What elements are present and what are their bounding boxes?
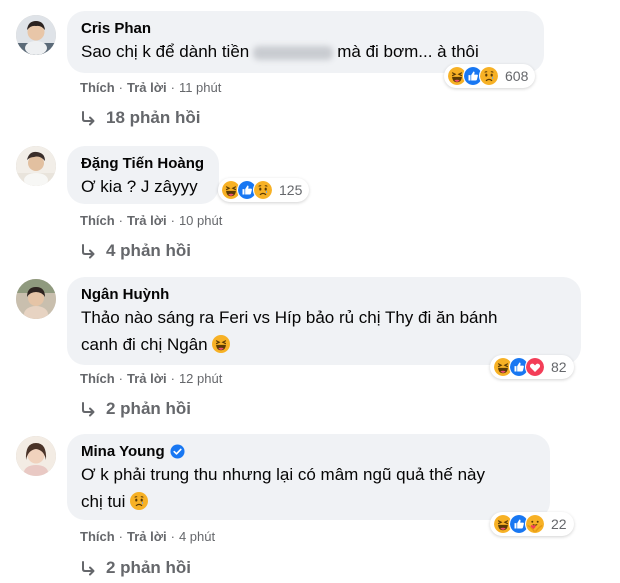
comment-timestamp[interactable]: 4 phút <box>179 529 215 544</box>
comment-text-part: canh đi chị Ngân <box>81 335 208 354</box>
separator-dot: · <box>170 213 175 228</box>
view-replies-link[interactable]: 2 phản hồi <box>80 399 191 419</box>
reply-arrow-icon <box>80 560 96 576</box>
reaction-summary[interactable]: 608 <box>444 64 536 88</box>
comment-text: Ơ kia ? J zâyyy <box>81 177 198 196</box>
reply-arrow-icon <box>80 110 96 126</box>
comment-actions: Thích · Trả lời · 12 phút <box>80 371 222 386</box>
comment-bubble: Mina Young Ơ k phải trung thu nhưng lại … <box>67 434 550 520</box>
comment-text-line: chị tui <box>81 488 536 515</box>
reaction-summary[interactable]: 82 <box>490 355 574 379</box>
reply-button[interactable]: Trả lời <box>127 371 167 386</box>
reply-button[interactable]: Trả lời <box>127 213 167 228</box>
comment-text: Ơ k phải trung thu nhưng lại có mâm ngũ … <box>81 461 536 515</box>
sad-reaction-icon <box>253 180 273 200</box>
avatar[interactable] <box>16 146 56 186</box>
comment-timestamp[interactable]: 10 phút <box>179 213 222 228</box>
avatar[interactable] <box>16 279 56 319</box>
comment-actions: Thích · Trả lời · 4 phút <box>80 529 215 544</box>
comment-text: Thảo nào sáng ra Feri vs Híp bảo rủ chị … <box>81 304 567 358</box>
avatar[interactable] <box>16 15 56 55</box>
like-button[interactable]: Thích <box>80 529 115 544</box>
like-button[interactable]: Thích <box>80 371 115 386</box>
separator-dot: · <box>170 80 175 95</box>
view-replies-link[interactable]: 4 phản hồi <box>80 241 191 261</box>
author-name[interactable]: Đặng Tiến Hoàng <box>81 154 204 173</box>
comment-text: Sao chị k để dành tiền mà đi bơm... à thô… <box>81 38 530 65</box>
replies-count-label: 4 phản hồi <box>106 241 191 260</box>
comment-text-part: mà đi bơm... à thôi <box>337 42 479 61</box>
separator-dot: · <box>118 213 124 228</box>
comment-bubble: Đặng Tiến Hoàng Ơ kia ? J zâyyy <box>67 146 219 204</box>
author-name[interactable]: Cris Phan <box>81 19 151 38</box>
comment-actions: Thích · Trả lời · 11 phút <box>80 80 221 95</box>
comment-timestamp[interactable]: 11 phút <box>179 80 221 95</box>
separator-dot: · <box>118 529 124 544</box>
comment-text-part: chị tui <box>81 492 126 511</box>
reply-arrow-icon <box>80 401 96 417</box>
reaction-summary[interactable]: 125 <box>218 178 310 202</box>
view-replies-link[interactable]: 2 phản hồi <box>80 558 191 578</box>
separator-dot: · <box>170 529 175 544</box>
sad-reaction-icon <box>479 66 499 86</box>
love-reaction-icon <box>525 357 545 377</box>
author-name-wrap: Mina Young <box>81 442 185 461</box>
comment-timestamp[interactable]: 12 phút <box>179 371 222 386</box>
comment-text-part: Sao chị k để dành tiền <box>81 42 250 61</box>
reaction-count: 608 <box>505 68 529 84</box>
reply-button[interactable]: Trả lời <box>127 80 167 95</box>
reply-button[interactable]: Trả lời <box>127 529 167 544</box>
reaction-count: 22 <box>551 516 567 532</box>
like-button[interactable]: Thích <box>80 213 115 228</box>
separator-dot: · <box>118 371 124 386</box>
comment-actions: Thích · Trả lời · 10 phút <box>80 213 222 228</box>
reply-arrow-icon <box>80 243 96 259</box>
reaction-summary[interactable]: 22 <box>490 512 574 536</box>
like-button[interactable]: Thích <box>80 80 115 95</box>
rofl-emoji-icon <box>212 335 230 353</box>
replies-count-label: 2 phản hồi <box>106 558 191 577</box>
view-replies-link[interactable]: 18 phản hồi <box>80 108 200 128</box>
replies-count-label: 18 phản hồi <box>106 108 201 127</box>
avatar[interactable] <box>16 436 56 476</box>
care-reaction-icon <box>525 514 545 534</box>
blurred-text <box>253 45 334 60</box>
comment-text-line: Thảo nào sáng ra Feri vs Híp bảo rủ chị … <box>81 308 498 327</box>
separator-dot: · <box>170 371 175 386</box>
comment-text-line: Ơ k phải trung thu nhưng lại có mâm ngũ … <box>81 465 485 484</box>
reaction-count: 125 <box>279 182 303 198</box>
comment-text-line: canh đi chị Ngân <box>81 331 567 358</box>
comment-bubble: Ngân Huỳnh Thảo nào sáng ra Feri vs Híp … <box>67 277 581 365</box>
author-name[interactable]: Ngân Huỳnh <box>81 285 169 304</box>
verified-badge-icon <box>170 444 185 459</box>
separator-dot: · <box>118 80 124 95</box>
replies-count-label: 2 phản hồi <box>106 399 191 418</box>
author-name[interactable]: Mina Young <box>81 442 165 461</box>
reaction-count: 82 <box>551 359 567 375</box>
pleading-emoji-icon <box>130 492 148 510</box>
